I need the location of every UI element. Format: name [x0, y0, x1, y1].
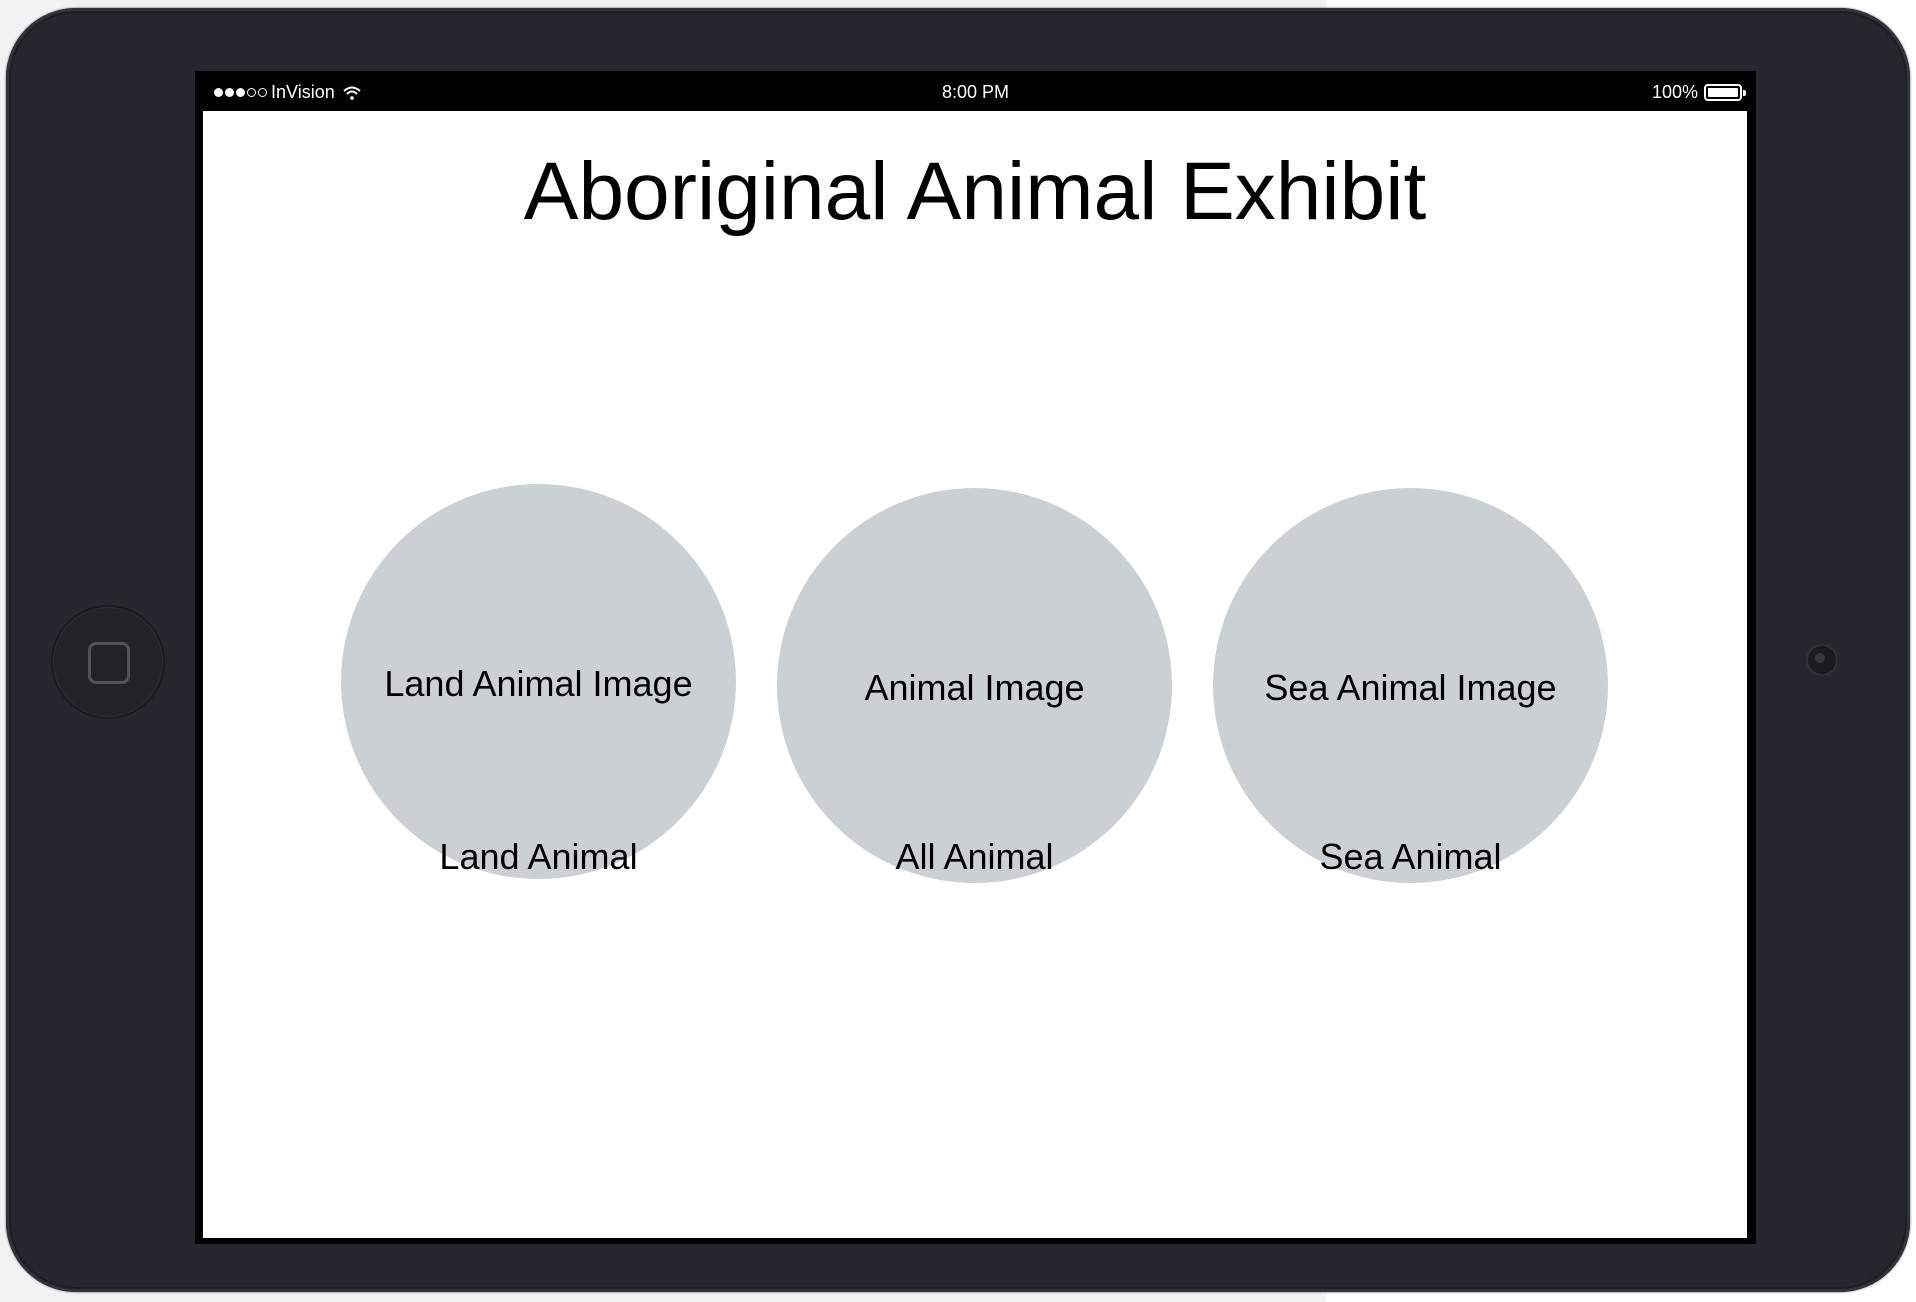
all-animal-image[interactable]: Animal Image: [777, 488, 1172, 883]
status-right: 100%: [1651, 82, 1746, 103]
sea-animal-image-label: Sea Animal Image: [1264, 667, 1557, 708]
screen: InVision 8:00 PM 100% Aboriginal Animal …: [195, 71, 1756, 1244]
camera-icon: [1806, 644, 1838, 676]
land-animal-caption[interactable]: Land Animal: [341, 836, 736, 878]
app-content: Aboriginal Animal Exhibit Land Animal Im…: [203, 111, 1747, 1238]
tablet-frame: InVision 8:00 PM 100% Aboriginal Animal …: [6, 8, 1910, 1292]
camera-lens: [1815, 653, 1825, 663]
sea-animal-image[interactable]: Sea Animal Image: [1213, 488, 1608, 883]
battery-icon: [1704, 84, 1746, 101]
home-square-icon: [88, 642, 130, 684]
home-button[interactable]: [51, 605, 165, 719]
battery-tip: [1743, 90, 1746, 96]
status-bar: InVision 8:00 PM 100%: [195, 71, 1756, 110]
battery-percent: 100%: [1651, 82, 1698, 102]
status-time: 8:00 PM: [941, 82, 1010, 102]
all-animal-caption[interactable]: All Animal: [777, 836, 1172, 878]
battery-fill: [1708, 88, 1738, 97]
sea-animal-caption[interactable]: Sea Animal: [1213, 836, 1608, 878]
land-animal-image[interactable]: Land Animal Image: [341, 484, 736, 879]
page-title: Aboriginal Animal Exhibit: [523, 146, 1427, 237]
all-animal-image-label: Animal Image: [864, 667, 1085, 708]
land-animal-image-label: Land Animal Image: [384, 663, 693, 704]
